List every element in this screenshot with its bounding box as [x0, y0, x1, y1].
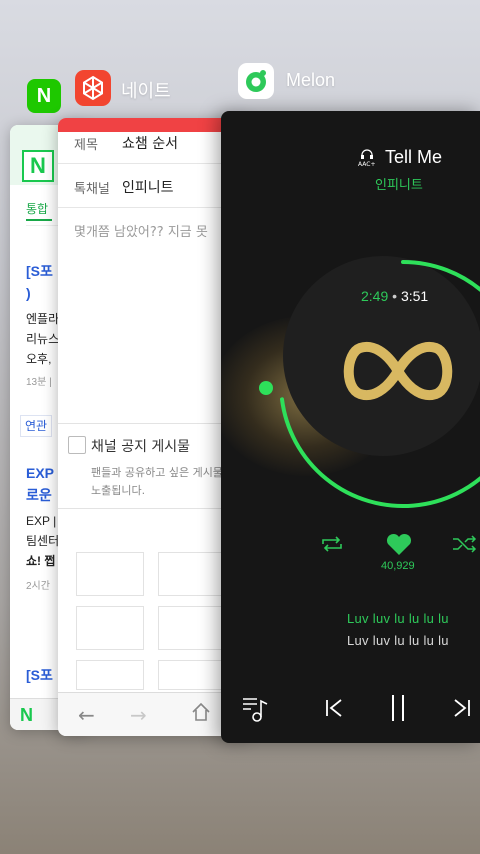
total-time: 3:51 [400, 288, 429, 304]
naver-icon-letter: N [36, 84, 52, 107]
news-title[interactable]: [S포 [26, 261, 53, 281]
channel-value[interactable]: 인피니트 [122, 177, 174, 197]
melon-app-label: Melon [286, 70, 336, 90]
notice-line: 노출됩니다. [91, 484, 146, 497]
melon-app-card[interactable]: AAC+ Tell Me 인피니트 2:49 • 3:51 40,929 Luv… [221, 111, 480, 743]
news-title-2[interactable]: ) [26, 283, 31, 303]
nate-icon[interactable] [75, 70, 111, 106]
forward-arrow-icon[interactable]: → [130, 703, 147, 727]
image-slot[interactable] [158, 606, 226, 650]
repeat-icon[interactable] [319, 534, 345, 558]
image-slot[interactable] [158, 552, 226, 596]
like-count: 40,929 [381, 560, 415, 572]
current-time: 2:49 [361, 288, 389, 304]
back-arrow-icon[interactable]: ← [78, 703, 95, 727]
post-body[interactable]: 몇개쯤 남았어?? 지금 못 [74, 221, 208, 240]
nate-app-label: 네이트 [121, 81, 171, 101]
subject-label: 제목 [74, 138, 98, 153]
browser-nav-bar: ← → [58, 692, 248, 736]
next-icon[interactable] [451, 697, 473, 723]
news-body: 오후, [26, 352, 52, 366]
playlist-icon[interactable] [241, 695, 271, 727]
notice-checkbox[interactable] [68, 436, 86, 454]
image-slot[interactable] [76, 660, 144, 690]
news-title-2[interactable]: 로운 [26, 485, 52, 505]
headphone-icon [360, 149, 373, 159]
news-body: 엔플라 [26, 312, 60, 326]
news-title[interactable]: [S포 [26, 665, 53, 685]
lyric-next[interactable]: Luv luv lu lu lu lu [347, 633, 449, 648]
news-body: 쇼! 쩝 [26, 554, 56, 568]
song-artist[interactable]: 인피니트 [375, 174, 423, 193]
aac-label: AAC+ [358, 161, 376, 168]
news-body: 리뉴스 [26, 332, 60, 346]
image-slot[interactable] [158, 660, 226, 690]
melon-icon[interactable] [238, 63, 274, 99]
naver-icon[interactable]: N [27, 79, 61, 113]
naver-logo: N [22, 150, 54, 182]
divider [58, 508, 248, 509]
heart-icon[interactable] [385, 533, 413, 562]
naver-tab-all[interactable]: 통합 [26, 200, 52, 221]
subject-row[interactable]: 제목 쇼챔 순서 [58, 120, 248, 164]
image-slot[interactable] [76, 606, 144, 650]
naver-bottom-logo[interactable]: N [20, 705, 33, 726]
image-slot[interactable] [76, 552, 144, 596]
previous-icon[interactable] [323, 697, 345, 723]
lyric-current[interactable]: Luv luv lu lu lu lu [347, 611, 449, 626]
subject-value[interactable]: 쇼챔 순서 [122, 133, 178, 153]
nate-app-card[interactable]: 제목 쇼챔 순서 톡채널 인피니트 몇개쯤 남았어?? 지금 못 채널 공지 게… [58, 118, 248, 736]
aac-badge: AAC+ [358, 149, 376, 168]
pause-icon[interactable] [387, 693, 409, 727]
news-meta: 2시간 [26, 581, 50, 592]
news-body: EXP | [26, 514, 57, 528]
time-display: 2:49 • 3:51 [361, 288, 428, 304]
home-icon[interactable] [190, 701, 212, 728]
related-tag[interactable]: 연관 [20, 415, 53, 437]
notice-description: 팬들과 공유하고 싶은 게시물을 노출됩니다. [91, 464, 233, 500]
channel-label: 톡채널 [74, 182, 110, 197]
album-infinity-logo [343, 342, 453, 400]
news-body: 팀센터 [26, 534, 60, 548]
divider [58, 423, 248, 424]
seek-handle[interactable] [259, 381, 273, 395]
melon-logo-icon [246, 70, 266, 92]
channel-row[interactable]: 톡채널 인피니트 [58, 164, 248, 208]
notice-line: 팬들과 공유하고 싶은 게시물을 [91, 466, 234, 479]
news-title[interactable]: EXP [26, 463, 54, 483]
shuffle-icon[interactable] [451, 534, 477, 558]
song-title[interactable]: Tell Me [385, 147, 442, 168]
time-separator: • [392, 288, 398, 304]
notice-checkbox-label[interactable]: 채널 공지 게시물 [91, 436, 190, 456]
nate-logo-icon [83, 75, 103, 101]
news-meta: 13분 | [26, 377, 52, 388]
